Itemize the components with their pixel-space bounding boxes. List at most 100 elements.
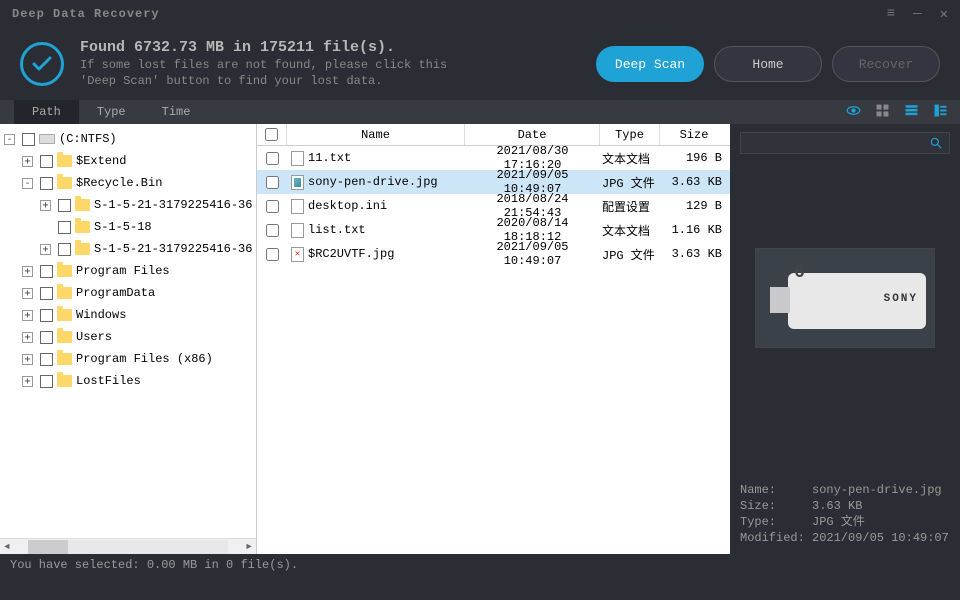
tree-item[interactable]: +Program Files: [4, 260, 256, 282]
file-name: list.txt: [308, 223, 366, 237]
tree-checkbox[interactable]: [40, 331, 53, 344]
detail-name: sony-pen-drive.jpg: [812, 482, 942, 498]
tree-label: LostFiles: [76, 370, 141, 392]
folder-icon: [57, 177, 72, 189]
file-checkbox[interactable]: [266, 248, 279, 261]
file-name: $RC2UVTF.jpg: [308, 247, 394, 261]
tree-label: Program Files: [76, 260, 170, 282]
file-checkbox[interactable]: [266, 176, 279, 189]
tree-checkbox[interactable]: [40, 309, 53, 322]
titlebar: Deep Data Recovery ≡ — ✕: [0, 0, 960, 28]
search-input[interactable]: [740, 132, 950, 154]
home-button[interactable]: Home: [714, 46, 822, 82]
tree-item[interactable]: +LostFiles: [4, 370, 256, 392]
tree-checkbox[interactable]: [40, 353, 53, 366]
detail-view-icon[interactable]: [933, 103, 948, 122]
tree-checkbox[interactable]: [58, 221, 71, 234]
tree-checkbox[interactable]: [40, 375, 53, 388]
file-checkbox[interactable]: [266, 200, 279, 213]
close-icon[interactable]: ✕: [940, 6, 948, 23]
file-size: 1.16 KB: [660, 223, 728, 237]
tree-item[interactable]: +Windows: [4, 304, 256, 326]
search-icon: [929, 136, 943, 150]
tree-checkbox[interactable]: [40, 177, 53, 190]
tree-label: S-1-5-21-3179225416-36: [94, 194, 252, 216]
tab-time[interactable]: Time: [144, 100, 209, 124]
tree-checkbox[interactable]: [40, 287, 53, 300]
col-date[interactable]: Date: [465, 124, 600, 145]
col-name[interactable]: Name: [287, 124, 465, 145]
tree-label: Program Files (x86): [76, 348, 213, 370]
minimize-icon[interactable]: —: [913, 6, 921, 23]
recover-button[interactable]: Recover: [832, 46, 940, 82]
tree-checkbox[interactable]: [58, 243, 71, 256]
app-title: Deep Data Recovery: [12, 7, 160, 21]
preview-toggle-icon[interactable]: [846, 103, 861, 122]
tree-item[interactable]: +S-1-5-21-3179225416-36: [4, 238, 256, 260]
tree-checkbox[interactable]: [40, 265, 53, 278]
tree-label: Users: [76, 326, 112, 348]
col-type[interactable]: Type: [600, 124, 660, 145]
file-row[interactable]: $RC2UVTF.jpg2021/09/05 10:49:07JPG 文件3.6…: [257, 242, 730, 266]
tree-item[interactable]: S-1-5-18: [4, 216, 256, 238]
file-name: desktop.ini: [308, 199, 387, 213]
tree-checkbox[interactable]: [22, 133, 35, 146]
tree-root[interactable]: -(C:NTFS): [4, 128, 256, 150]
file-row[interactable]: list.txt2020/08/14 18:18:12文本文档1.16 KB: [257, 218, 730, 242]
folder-icon: [75, 243, 90, 255]
folder-icon: [75, 221, 90, 233]
file-icon: [291, 223, 304, 238]
file-row[interactable]: 11.txt2021/08/30 17:16:20文本文档196 B: [257, 146, 730, 170]
deep-scan-button[interactable]: Deep Scan: [596, 46, 704, 82]
folder-icon: [57, 287, 72, 299]
folder-icon: [57, 331, 72, 343]
file-date: 2021/09/05 10:49:07: [465, 240, 600, 268]
tree-label: S-1-5-18: [94, 216, 152, 238]
folder-icon: [75, 199, 90, 211]
select-all-checkbox[interactable]: [265, 128, 278, 141]
file-row[interactable]: desktop.ini2018/08/24 21:54:43配置设置129 B: [257, 194, 730, 218]
file-checkbox[interactable]: [266, 224, 279, 237]
file-icon: [291, 247, 304, 262]
file-type: JPG 文件: [600, 246, 660, 263]
tab-path[interactable]: Path: [14, 100, 79, 124]
tree-checkbox[interactable]: [40, 155, 53, 168]
status-bar: You have selected: 0.00 MB in 0 file(s).: [0, 554, 960, 576]
file-type: 文本文档: [600, 222, 660, 239]
list-view-icon[interactable]: [904, 103, 919, 122]
file-name: sony-pen-drive.jpg: [308, 175, 438, 189]
menu-icon[interactable]: ≡: [887, 6, 895, 23]
folder-tree: -(C:NTFS)+$Extend-$Recycle.Bin+S-1-5-21-…: [0, 124, 256, 554]
scan-summary: Found 6732.73 MB in 175211 file(s).: [80, 39, 596, 56]
tree-item[interactable]: +Program Files (x86): [4, 348, 256, 370]
file-row[interactable]: sony-pen-drive.jpg2021/09/05 10:49:07JPG…: [257, 170, 730, 194]
tree-item[interactable]: +ProgramData: [4, 282, 256, 304]
tree-label: (C:NTFS): [59, 128, 117, 150]
file-type: 配置设置: [600, 198, 660, 215]
header: Found 6732.73 MB in 175211 file(s). If s…: [0, 28, 960, 100]
scan-hint-1: If some lost files are not found, please…: [80, 58, 596, 74]
preview-thumbnail: 6 SONY: [755, 248, 935, 348]
tree-item[interactable]: +S-1-5-21-3179225416-36: [4, 194, 256, 216]
tree-item[interactable]: -$Recycle.Bin: [4, 172, 256, 194]
tree-label: S-1-5-21-3179225416-36: [94, 238, 252, 260]
grid-view-icon[interactable]: [875, 103, 890, 122]
tree-item[interactable]: +$Extend: [4, 150, 256, 172]
file-icon: [291, 151, 304, 166]
col-size[interactable]: Size: [660, 124, 728, 145]
scan-hint-2: 'Deep Scan' button to find your lost dat…: [80, 74, 596, 90]
scan-complete-icon: [20, 42, 64, 86]
file-icon: [291, 199, 304, 214]
file-checkbox[interactable]: [266, 152, 279, 165]
file-list: Name Date Type Size 11.txt2021/08/30 17:…: [256, 124, 730, 554]
file-size: 129 B: [660, 199, 728, 213]
tree-label: Windows: [76, 304, 126, 326]
tab-type[interactable]: Type: [79, 100, 144, 124]
tree-item[interactable]: +Users: [4, 326, 256, 348]
tree-scrollbar[interactable]: ◄►: [0, 538, 256, 554]
file-icon: [291, 175, 304, 190]
folder-icon: [57, 375, 72, 387]
file-type: JPG 文件: [600, 174, 660, 191]
tree-label: $Recycle.Bin: [76, 172, 162, 194]
tree-checkbox[interactable]: [58, 199, 71, 212]
